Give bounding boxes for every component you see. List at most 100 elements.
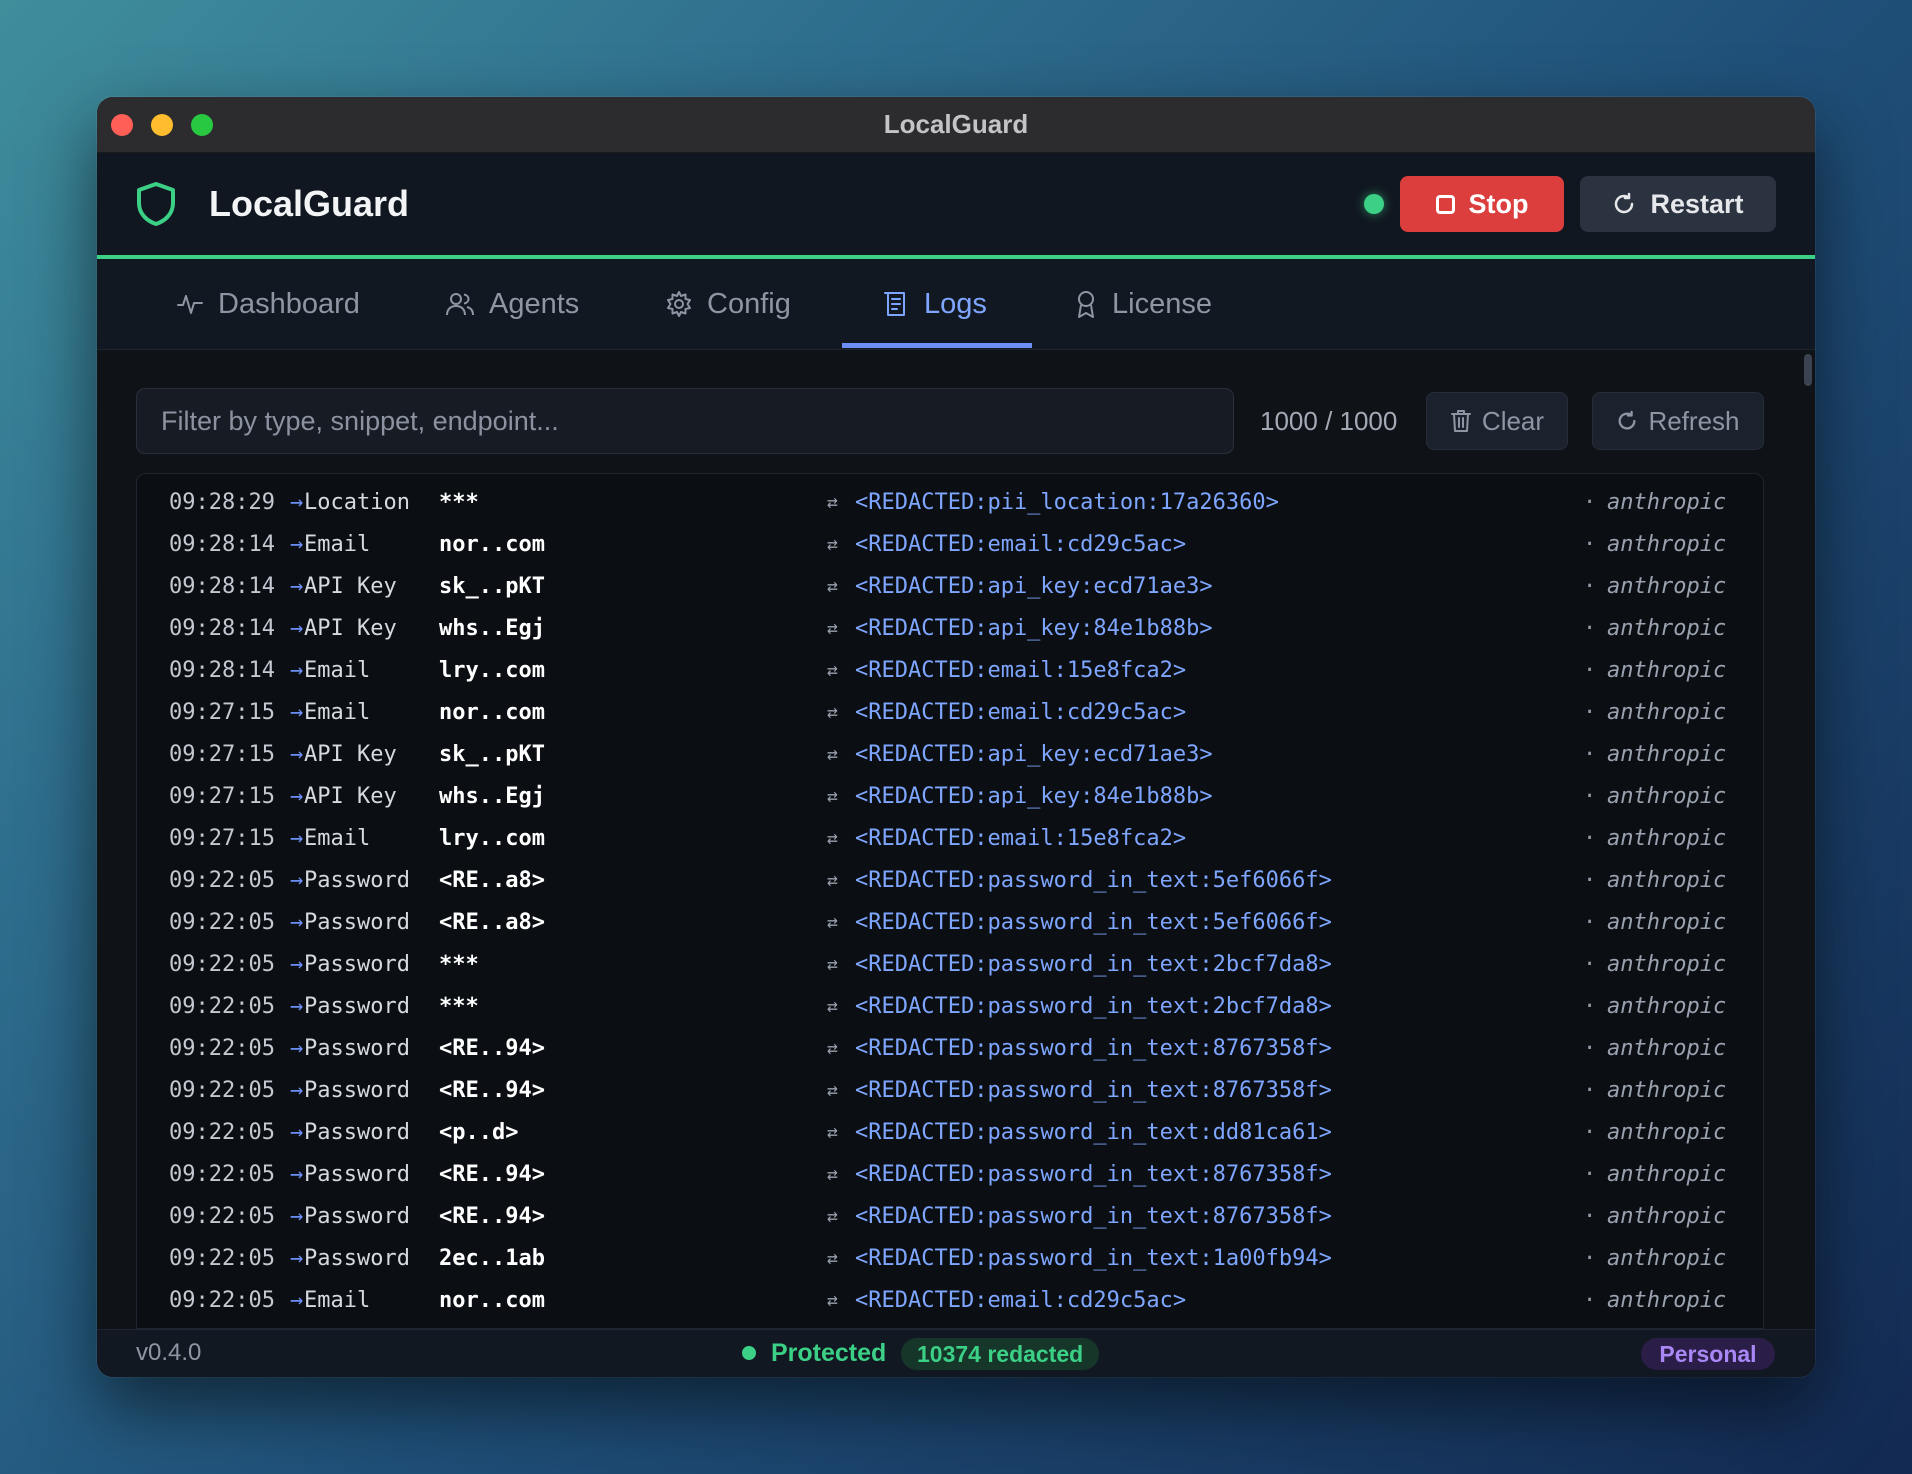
arrow-icon: →	[290, 1078, 304, 1103]
log-row[interactable]: 09:28:29 → Location *** ⇄ <REDACTED:pii_locat…	[137, 482, 1763, 524]
log-row[interactable]: 09:28:14 → API Key whs..Egj ⇄ <REDACTED:api_k…	[137, 608, 1763, 650]
log-endpoint: anthropic	[1607, 742, 1727, 767]
restart-label: Restart	[1650, 188, 1744, 219]
log-row[interactable]: 09:22:05 → Password <RE..a8> ⇄ <REDACTED:pass…	[137, 860, 1763, 902]
separator-dot: ·	[1583, 826, 1597, 851]
log-endpoint: anthropic	[1607, 826, 1727, 851]
separator-dot: ·	[1583, 1120, 1597, 1145]
swap-icon: ⇄	[827, 1206, 838, 1227]
log-time: 09:22:05	[169, 1078, 275, 1103]
restart-icon	[1615, 192, 1634, 214]
log-endpoint: anthropic	[1607, 574, 1727, 599]
tab-label: Config	[707, 287, 791, 320]
log-snippet: <RE..a8>	[439, 910, 545, 935]
log-redacted-token: <REDACTED:password_in_text:8767358f>	[855, 1204, 1332, 1229]
log-time: 09:22:05	[169, 1288, 275, 1313]
license-plan-badge: Personal	[1641, 1338, 1775, 1370]
window-title: LocalGuard	[883, 109, 1029, 139]
log-type: API Key	[304, 742, 397, 767]
log-endpoint: anthropic	[1607, 1204, 1727, 1229]
log-row[interactable]: 09:22:05 → Password <p..d> ⇄ <REDACTED:passwo…	[137, 1112, 1763, 1154]
tab-dashboard[interactable]: Dashboard	[176, 259, 360, 349]
clear-logs-button[interactable]: Clear	[1426, 392, 1568, 450]
log-endpoint: anthropic	[1607, 616, 1727, 641]
separator-dot: ·	[1583, 1036, 1597, 1061]
log-time: 09:28:29	[169, 490, 275, 515]
log-redacted-token: <REDACTED:password_in_text:8767358f>	[855, 1162, 1332, 1187]
log-row[interactable]: 09:22:05 → Password 2ec..1ab ⇄ <REDACTED:pass…	[137, 1238, 1763, 1280]
log-endpoint: anthropic	[1607, 994, 1727, 1019]
log-filter-input[interactable]	[136, 388, 1234, 454]
log-row[interactable]: 09:22:05 → Password <RE..94> ⇄ <REDACTED:pass…	[137, 1028, 1763, 1070]
log-time: 09:28:14	[169, 532, 275, 557]
tab-label: Dashboard	[218, 287, 360, 320]
swap-icon: ⇄	[827, 1080, 838, 1101]
log-row[interactable]: 09:22:05 → Password <RE..94> ⇄ <REDACTED:pass…	[137, 1070, 1763, 1112]
log-row[interactable]: 09:22:05 → Password *** ⇄ <REDACTED:password_…	[137, 986, 1763, 1028]
log-time: 09:27:15	[169, 784, 275, 809]
log-redacted-token: <REDACTED:email:15e8fca2>	[855, 826, 1187, 851]
log-row[interactable]: 09:28:14 → Email nor..com ⇄ <REDACTED:email:c…	[137, 524, 1763, 566]
log-endpoint: anthropic	[1607, 490, 1727, 515]
log-endpoint: anthropic	[1607, 952, 1727, 977]
log-row[interactable]: 09:22:05 → Email nor..com ⇄ <REDACTED:email:c…	[137, 1280, 1763, 1322]
restart-button[interactable]: Restart	[1580, 176, 1776, 232]
tab-label: License	[1112, 287, 1212, 320]
log-endpoint: anthropic	[1607, 1078, 1727, 1103]
log-type: Password	[304, 1120, 410, 1145]
log-redacted-token: <REDACTED:password_in_text:2bcf7da8>	[855, 994, 1332, 1019]
separator-dot: ·	[1583, 490, 1597, 515]
log-redacted-token: <REDACTED:password_in_text:dd81ca61>	[855, 1120, 1332, 1145]
activity-icon	[177, 295, 203, 314]
log-snippet: nor..com	[439, 1288, 545, 1313]
log-type: Email	[304, 532, 371, 557]
log-snippet: whs..Egj	[439, 784, 545, 809]
log-row[interactable]: 09:28:14 → Email lry..com ⇄ <REDACTED:email:1…	[137, 650, 1763, 692]
tab-bar: Dashboard Agents Config Logs License	[97, 259, 1815, 350]
swap-icon: ⇄	[827, 1164, 838, 1185]
log-snippet: nor..com	[439, 700, 545, 725]
log-endpoint: anthropic	[1607, 868, 1727, 893]
tab-config[interactable]: Config	[665, 259, 791, 349]
arrow-icon: →	[290, 994, 304, 1019]
log-snippet: whs..Egj	[439, 616, 545, 641]
swap-icon: ⇄	[827, 744, 838, 765]
log-row[interactable]: 09:27:15 → API Key whs..Egj ⇄ <REDACTED:api_k…	[137, 776, 1763, 818]
log-time: 09:22:05	[169, 1162, 275, 1187]
log-endpoint: anthropic	[1607, 784, 1727, 809]
swap-icon: ⇄	[827, 576, 838, 597]
log-row[interactable]: 09:27:15 → Email lry..com ⇄ <REDACTED:email:1…	[137, 818, 1763, 860]
separator-dot: ·	[1583, 742, 1597, 767]
scrollbar-thumb[interactable]	[1804, 354, 1812, 386]
arrow-icon: →	[290, 1120, 304, 1145]
log-row[interactable]: 09:27:15 → API Key sk_..pKT ⇄ <REDACTED:api_k…	[137, 734, 1763, 776]
log-snippet: <RE..94>	[439, 1036, 545, 1061]
arrow-icon: →	[290, 490, 304, 515]
log-redacted-token: <REDACTED:email:cd29c5ac>	[855, 1288, 1187, 1313]
separator-dot: ·	[1583, 700, 1597, 725]
log-row[interactable]: 09:22:05 → Password *** ⇄ <REDACTED:password_…	[137, 944, 1763, 986]
log-row[interactable]: 09:22:05 → Password <RE..94> ⇄ <REDACTED:pass…	[137, 1196, 1763, 1238]
log-row[interactable]: 09:22:05 → Password <RE..a8> ⇄ <REDACTED:pass…	[137, 902, 1763, 944]
status-footer: v0.4.0 Protected 10374 redacted Personal	[97, 1329, 1815, 1377]
tab-license[interactable]: License	[1074, 259, 1212, 349]
swap-icon: ⇄	[827, 996, 838, 1017]
tab-logs[interactable]: Logs	[882, 259, 987, 349]
refresh-logs-button[interactable]: Refresh	[1592, 392, 1764, 450]
log-type: Password	[304, 1204, 410, 1229]
swap-icon: ⇄	[827, 1038, 838, 1059]
log-row[interactable]: 09:22:05 → Password <RE..94> ⇄ <REDACTED:pass…	[137, 1154, 1763, 1196]
tab-agents[interactable]: Agents	[445, 259, 579, 349]
log-type: API Key	[304, 784, 397, 809]
arrow-icon: →	[290, 742, 304, 767]
protected-status-dot	[742, 1346, 756, 1360]
log-time: 09:27:15	[169, 826, 275, 851]
stop-button[interactable]: Stop	[1400, 176, 1564, 232]
log-row[interactable]: 09:28:14 → API Key sk_..pKT ⇄ <REDACTED:api_k…	[137, 566, 1763, 608]
swap-icon: ⇄	[827, 1290, 838, 1311]
log-time: 09:22:05	[169, 910, 275, 935]
log-row[interactable]: 09:27:15 → Email nor..com ⇄ <REDACTED:email:c…	[137, 692, 1763, 734]
arrow-icon: →	[290, 616, 304, 641]
users-icon	[446, 293, 474, 316]
log-time: 09:22:05	[169, 994, 275, 1019]
